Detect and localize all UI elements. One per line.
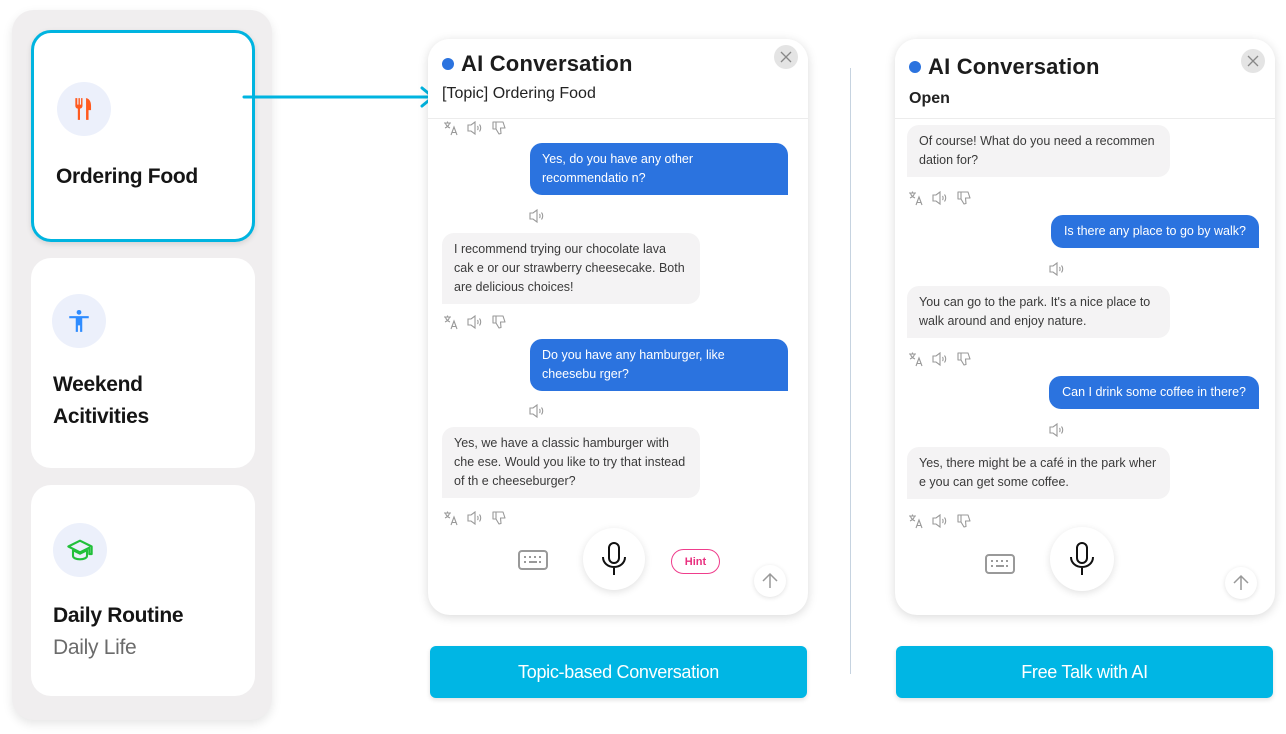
chat-title-text: AI Conversation (928, 54, 1100, 79)
scroll-up-button[interactable] (1225, 567, 1257, 599)
speaker-icon[interactable] (466, 313, 484, 331)
close-icon (780, 51, 792, 63)
free-talk-chat-window: AI Conversation Open Of course! What do … (895, 39, 1275, 615)
chat-mode-label: Open (909, 90, 950, 107)
ai-message: I recommend trying our chocolate lava ca… (442, 233, 700, 304)
close-button[interactable] (774, 45, 798, 69)
user-message: Can I drink some coffee in there? (1049, 376, 1259, 409)
thumbs-down-icon[interactable] (490, 313, 508, 331)
keyboard-button[interactable] (518, 550, 548, 575)
fork-knife-icon (57, 82, 111, 136)
chat-title-text: AI Conversation (461, 51, 633, 76)
message-actions (528, 402, 546, 420)
chat-title: AI Conversation (909, 54, 1100, 80)
topic-subtitle: Daily Life (53, 636, 137, 659)
scroll-up-button[interactable] (754, 565, 786, 597)
topic-title-line-2: Acitivities (53, 405, 149, 428)
thumbs-down-icon[interactable] (490, 119, 508, 137)
topic-title: Daily Routine (53, 604, 184, 627)
chat-input-bar (895, 525, 1275, 615)
translate-icon[interactable] (442, 313, 460, 331)
speaker-icon[interactable] (931, 189, 949, 207)
chat-header: AI Conversation Open (895, 39, 1275, 119)
topic-card-weekend-activities[interactable]: Weekend Acitivities (31, 258, 255, 468)
topic-chat-window: AI Conversation [Topic] Ordering Food Ye… (428, 39, 808, 615)
ai-message: Yes, we have a classic hamburger with ch… (442, 427, 700, 498)
topic-card-daily-routine[interactable]: Daily Routine Daily Life (31, 485, 255, 696)
topic-list-panel: Ordering Food Weekend Acitivities Daily … (12, 10, 272, 720)
status-dot-icon (442, 58, 454, 70)
speaker-icon[interactable] (931, 350, 949, 368)
chat-input-bar: Hint (428, 525, 808, 615)
message-list[interactable]: Yes, do you have any other recommendatio… (428, 119, 808, 529)
arrow-up-icon (1233, 574, 1249, 590)
close-button[interactable] (1241, 49, 1265, 73)
microphone-button[interactable] (1050, 527, 1114, 591)
topic-card-ordering-food[interactable]: Ordering Food (31, 30, 255, 242)
thumbs-down-icon[interactable] (955, 350, 973, 368)
message-list[interactable]: Of course! What do you need a recommen d… (895, 125, 1275, 535)
status-dot-icon (909, 61, 921, 73)
topic-based-conversation-button[interactable]: Topic-based Conversation (430, 646, 807, 698)
message-actions (1048, 421, 1066, 439)
speaker-icon[interactable] (1048, 421, 1066, 439)
message-actions (907, 189, 973, 207)
person-arms-open-icon (52, 294, 106, 348)
graduation-cap-icon (53, 523, 107, 577)
chat-topic-label: [Topic] Ordering Food (442, 85, 596, 102)
thumbs-down-icon[interactable] (955, 189, 973, 207)
message-actions (528, 207, 546, 225)
arrow-up-icon (762, 572, 778, 588)
microphone-icon (1070, 542, 1094, 575)
user-message: Is there any place to go by walk? (1050, 215, 1259, 248)
speaker-icon[interactable] (1048, 260, 1066, 278)
divider (850, 68, 851, 674)
ai-message: You can go to the park. It's a nice plac… (907, 286, 1170, 338)
message-actions (442, 313, 508, 331)
topic-title: Weekend (53, 373, 143, 396)
microphone-icon (602, 542, 626, 575)
ai-message: Yes, there might be a café in the park w… (907, 447, 1170, 499)
chat-header: AI Conversation [Topic] Ordering Food (428, 39, 808, 119)
keyboard-button[interactable] (985, 554, 1015, 579)
free-talk-button[interactable]: Free Talk with AI (896, 646, 1273, 698)
translate-icon[interactable] (907, 189, 925, 207)
hint-button[interactable]: Hint (671, 549, 720, 574)
keyboard-icon (518, 550, 548, 570)
speaker-icon[interactable] (528, 207, 546, 225)
message-actions (442, 119, 508, 137)
message-actions (1048, 260, 1066, 278)
translate-icon[interactable] (907, 350, 925, 368)
chat-title: AI Conversation (442, 51, 633, 77)
speaker-icon[interactable] (528, 402, 546, 420)
microphone-button[interactable] (583, 528, 645, 590)
translate-icon[interactable] (442, 119, 460, 137)
topic-title: Ordering Food (56, 165, 198, 188)
message-actions (907, 350, 973, 368)
user-message: Do you have any hamburger, like cheesebu… (530, 339, 788, 391)
close-icon (1247, 55, 1259, 67)
speaker-icon[interactable] (466, 119, 484, 137)
connector-arrow-icon (242, 86, 435, 108)
user-message: Yes, do you have any other recommendatio… (530, 143, 788, 195)
keyboard-icon (985, 554, 1015, 574)
ai-message: Of course! What do you need a recommen d… (907, 125, 1170, 177)
